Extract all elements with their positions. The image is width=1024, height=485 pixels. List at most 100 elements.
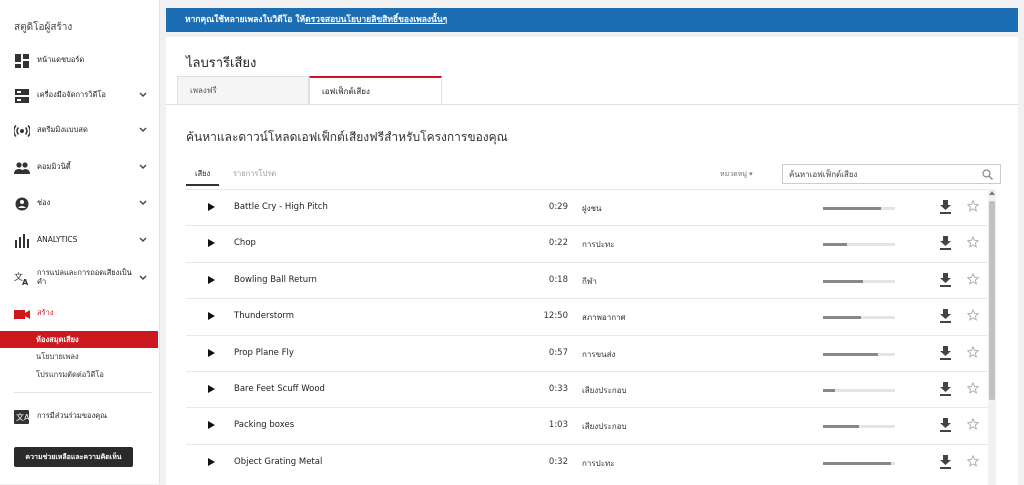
- volume-meter: [823, 207, 895, 210]
- download-icon[interactable]: [939, 272, 952, 287]
- sidebar-item-analytics[interactable]: ANALYTICS: [0, 230, 160, 252]
- play-icon[interactable]: [206, 457, 216, 467]
- sidebar-item-label: ช่อง: [37, 198, 51, 207]
- community-icon: [14, 162, 30, 174]
- track-name: Thunderstorm: [234, 311, 295, 322]
- favorite-star-icon[interactable]: [967, 200, 979, 212]
- download-icon[interactable]: [939, 309, 952, 324]
- play-icon[interactable]: [206, 311, 216, 321]
- banner-policy-link[interactable]: ตรวจสอบนโยบายลิขสิทธิ์ของเพลงนั้นๆ: [305, 15, 447, 25]
- track-row[interactable]: Packing boxes 1:03 เสียงประกอบ: [186, 407, 996, 443]
- chevron-down-icon: [139, 275, 147, 280]
- track-category[interactable]: การปะทะ: [582, 457, 615, 470]
- sidebar-item-video-manager[interactable]: เครื่องมือจัดการวิดีโอ: [0, 85, 160, 107]
- copyright-banner: หากคุณใช้หลายเพลงในวิดีโอ ให้ตรวจสอบนโยบ…: [166, 8, 1018, 32]
- sidebar-sub-video-editor[interactable]: โปรแกรมตัดต่อวิดีโอ: [0, 366, 160, 383]
- track-category[interactable]: กีฬา: [582, 275, 597, 288]
- sidebar-item-live-streaming[interactable]: สตรีมมิงแบบสด: [0, 120, 160, 142]
- sidebar-sub-audio-library[interactable]: ห้องสมุดเสียง: [0, 331, 158, 348]
- play-icon[interactable]: [206, 202, 216, 212]
- track-name: Packing boxes: [234, 420, 295, 431]
- track-row[interactable]: Prop Plane Fly 0:57 การขนส่ง: [186, 334, 996, 371]
- category-dropdown[interactable]: หมวดหมู่ ▾: [720, 169, 753, 180]
- page-title: ไลบรารีเสียง: [186, 56, 257, 71]
- sidebar-item-community[interactable]: คอมมิวนิตี้: [0, 157, 160, 179]
- tab-free-music[interactable]: เพลงฟรี: [177, 76, 309, 104]
- sidebar-item-dashboard[interactable]: หน้าแดชบอร์ด: [0, 50, 160, 72]
- track-row[interactable]: Bowling Ball Return 0:18 กีฬา: [186, 261, 996, 298]
- dashboard-icon: [15, 54, 29, 68]
- play-icon[interactable]: [206, 384, 216, 394]
- volume-meter-fill: [823, 279, 863, 283]
- sidebar-item-label: เครื่องมือจัดการวิดีโอ: [37, 90, 106, 99]
- track-category[interactable]: การปะทะ: [582, 238, 615, 251]
- volume-meter: [823, 388, 895, 392]
- volume-meter: [823, 352, 895, 356]
- contributions-icon: 文A: [14, 410, 30, 424]
- help-feedback-button[interactable]: ความช่วยเหลือและความคิดเห็น: [14, 447, 133, 467]
- track-category[interactable]: เสียงประกอบ: [582, 420, 627, 433]
- chevron-down-icon: [139, 127, 147, 132]
- sidebar-title: สตูดิโอผู้สร้าง: [14, 22, 73, 33]
- track-category[interactable]: การขนส่ง: [582, 348, 615, 361]
- track-category[interactable]: เสียงประกอบ: [582, 384, 627, 397]
- favorite-star-icon[interactable]: [967, 236, 979, 249]
- favorite-star-icon[interactable]: [967, 272, 979, 285]
- filter-tab-favorites[interactable]: รายการโปรด: [233, 168, 276, 180]
- play-icon[interactable]: [206, 275, 216, 285]
- track-row[interactable]: Thunderstorm 12:50 สภาพอากาศ: [186, 298, 996, 334]
- sidebar-item-contributions[interactable]: 文A การมีส่วนร่วมของคุณ: [0, 406, 160, 428]
- track-row[interactable]: Battle Cry - High Pitch 0:29 ฝูงชน: [186, 189, 996, 225]
- search-input[interactable]: [789, 168, 969, 180]
- favorite-star-icon[interactable]: [967, 345, 979, 358]
- chevron-down-icon: [139, 237, 147, 242]
- volume-meter: [823, 461, 895, 465]
- track-row[interactable]: Chop 0:22 การปะทะ: [186, 225, 996, 261]
- volume-meter: [823, 279, 895, 283]
- scrollbar-thumb[interactable]: [989, 201, 995, 400]
- sidebar-item-label: การแปลและการถอดเสียงเป็นคำ: [37, 268, 132, 286]
- svg-text:A: A: [22, 278, 29, 285]
- banner-text: หากคุณใช้หลายเพลงในวิดีโอ ให้: [185, 15, 306, 25]
- track-name: Object Grating Metal: [234, 456, 323, 467]
- track-category[interactable]: ฝูงชน: [582, 202, 602, 215]
- scrollbar[interactable]: [988, 189, 996, 485]
- download-icon[interactable]: [939, 236, 952, 251]
- play-icon[interactable]: [206, 238, 216, 248]
- sidebar-divider: [14, 392, 152, 393]
- favorite-star-icon[interactable]: [967, 418, 979, 431]
- channel-icon: [15, 197, 29, 211]
- sidebar-item-translations[interactable]: 文 A การแปลและการถอดเสียงเป็นคำ: [0, 265, 160, 291]
- download-icon[interactable]: [939, 200, 952, 214]
- download-icon[interactable]: [939, 381, 952, 396]
- video-manager-icon: [15, 89, 29, 103]
- volume-meter-fill: [823, 207, 881, 210]
- analytics-icon: [15, 234, 29, 248]
- tab-sound-effects[interactable]: เอฟเฟ็กต์เสียง: [309, 76, 442, 104]
- play-icon[interactable]: [206, 420, 216, 430]
- track-duration: 0:18: [548, 274, 568, 285]
- sidebar-item-channel[interactable]: ช่อง: [0, 193, 160, 215]
- favorite-star-icon[interactable]: [967, 381, 979, 394]
- volume-meter-fill: [823, 388, 836, 392]
- sidebar-item-label: สร้าง: [37, 308, 54, 317]
- sound-effects-panel: ค้นหาและดาวน์โหลดเอฟเฟ็กต์เสียงฟรีสำหรับ…: [166, 104, 1018, 485]
- favorite-star-icon[interactable]: [967, 309, 979, 322]
- track-category[interactable]: สภาพอากาศ: [582, 311, 626, 324]
- download-icon[interactable]: [939, 454, 952, 469]
- sidebar-item-create[interactable]: สร้าง: [0, 303, 160, 325]
- search-icon[interactable]: [982, 169, 993, 180]
- scroll-up-arrow-icon[interactable]: [989, 190, 995, 196]
- favorite-star-icon[interactable]: [967, 454, 979, 467]
- track-duration: 12:50: [543, 311, 569, 322]
- volume-meter: [823, 243, 895, 247]
- track-row[interactable]: Object Grating Metal 0:32 การปะทะ: [186, 443, 996, 480]
- download-icon[interactable]: [939, 345, 952, 360]
- sidebar-sub-music-policy[interactable]: นโยบายเพลง: [0, 348, 160, 365]
- download-icon[interactable]: [939, 418, 952, 433]
- volume-meter-fill: [823, 243, 847, 247]
- track-row[interactable]: Bare Feet Scuff Wood 0:33 เสียงประกอบ: [186, 370, 996, 407]
- volume-meter-fill: [823, 352, 878, 356]
- play-icon[interactable]: [206, 348, 216, 358]
- filter-tab-sounds[interactable]: เสียง: [195, 168, 210, 180]
